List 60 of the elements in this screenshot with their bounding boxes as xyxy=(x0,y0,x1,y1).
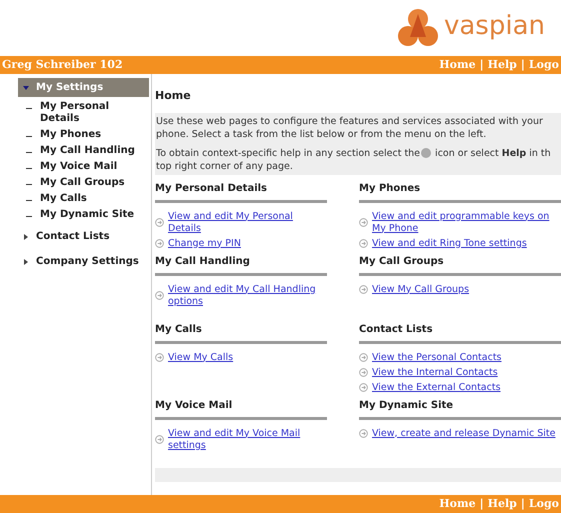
separator: | xyxy=(480,496,484,512)
sidebar-item[interactable]: Contact Lists xyxy=(18,227,149,246)
dash-icon xyxy=(26,152,32,153)
intro-text: Use these web pages to configure the features and services associated with your phone. Select a task from the list below or from the menu on the left. xyxy=(156,114,544,140)
sidebar-subitem[interactable]: My Call Handling xyxy=(40,145,135,157)
user-name: Greg Schreiber 102 xyxy=(2,56,123,73)
caret-down-icon xyxy=(20,84,32,90)
help-text: To obtain context-specific help in any section select the icon or select Help in th top right corner of any page. xyxy=(156,146,552,172)
dash-icon xyxy=(26,184,32,185)
sidebar-subitem[interactable]: My Personal Details xyxy=(40,101,149,125)
logo-text: vaspian xyxy=(444,13,545,39)
separator: | xyxy=(520,496,525,512)
task-link[interactable]: View the Personal Contacts xyxy=(372,352,502,364)
task-link[interactable]: View and edit My Voice Mail settings xyxy=(168,428,327,452)
section-title: My Calls xyxy=(155,322,203,336)
dash-icon xyxy=(26,216,32,217)
task-link[interactable]: Change my PIN xyxy=(168,238,241,250)
arrow-circle-icon xyxy=(359,383,368,392)
sidebar-subitem[interactable]: My Call Groups xyxy=(40,177,125,189)
task-link[interactable]: View and edit My Personal Details xyxy=(168,210,327,234)
section-title: My Phones xyxy=(359,182,422,196)
sidebar-subitem[interactable]: My Dynamic Site xyxy=(40,209,134,221)
arrow-circle-icon xyxy=(155,291,164,300)
sidebar-subitem[interactable]: My Calls xyxy=(40,193,87,205)
arrow-circle-icon xyxy=(359,368,368,377)
section-title: My Call Groups xyxy=(359,254,445,268)
arrow-circle-icon xyxy=(155,435,164,444)
sidebar-item[interactable]: My Settings xyxy=(18,78,149,97)
sidebar-subitem[interactable]: My Phones xyxy=(40,129,102,141)
dash-icon xyxy=(26,200,32,201)
dash-icon xyxy=(26,168,32,169)
arrow-circle-icon xyxy=(359,353,368,362)
section-title: My Dynamic Site xyxy=(359,398,454,412)
task-link[interactable]: View, create and release Dynamic Site xyxy=(372,428,556,440)
sidebar-item[interactable]: Company Settings xyxy=(18,252,149,271)
section-title: My Call Handling xyxy=(155,254,251,268)
separator: | xyxy=(480,56,484,73)
section-title: My Personal Details xyxy=(155,182,268,196)
arrow-circle-icon xyxy=(359,239,368,248)
arrow-circle-icon xyxy=(359,429,368,438)
task-link[interactable]: View My Call Groups xyxy=(372,284,470,296)
sidebar-subitem[interactable]: My Voice Mail xyxy=(40,161,118,173)
dash-icon xyxy=(26,108,32,109)
arrow-circle-icon xyxy=(155,353,164,362)
task-link[interactable]: View and edit Ring Tone settings xyxy=(372,238,527,250)
dash-icon xyxy=(26,136,32,137)
separator: | xyxy=(520,56,525,73)
page-title: Home xyxy=(155,88,192,104)
task-link[interactable]: View the Internal Contacts xyxy=(372,366,498,378)
task-link[interactable]: View and edit programmable keys on My Phone xyxy=(372,210,561,234)
task-link[interactable]: View and edit My Call Handling options xyxy=(168,284,327,308)
section-title: Contact Lists xyxy=(359,322,434,336)
arrow-circle-icon xyxy=(359,218,368,227)
arrow-circle-icon xyxy=(155,239,164,248)
arrow-circle-icon xyxy=(359,285,368,294)
section-title: My Voice Mail xyxy=(155,398,234,412)
task-link[interactable]: View the External Contacts xyxy=(372,382,501,394)
task-link[interactable]: View My Calls xyxy=(168,352,234,364)
arrow-circle-icon xyxy=(155,218,164,227)
help-icon xyxy=(421,148,432,158)
